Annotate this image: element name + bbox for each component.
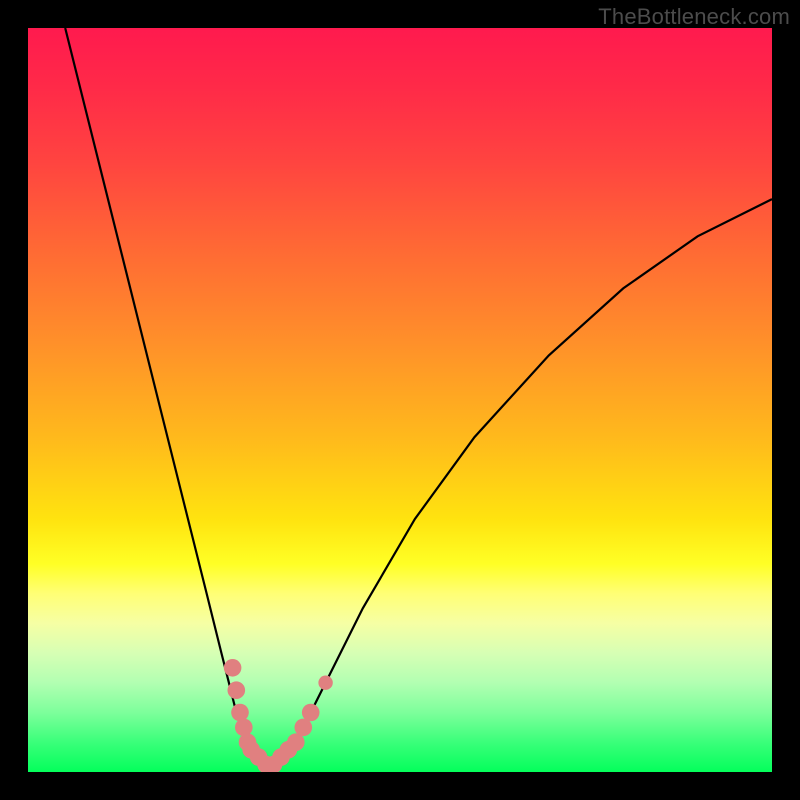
plot-area [28,28,772,772]
curve-marker [228,681,246,699]
marker-group [224,659,333,772]
curve-layer [28,28,772,772]
curve-path [65,28,772,765]
curve-marker [318,676,332,690]
curve-marker [302,704,320,722]
curve-marker [295,719,313,737]
chart-frame: TheBottleneck.com [0,0,800,800]
watermark-text: TheBottleneck.com [598,4,790,30]
curve-marker [231,704,249,722]
curve-marker [224,659,242,677]
curve-marker [235,719,253,737]
bottleneck-curve [65,28,772,765]
